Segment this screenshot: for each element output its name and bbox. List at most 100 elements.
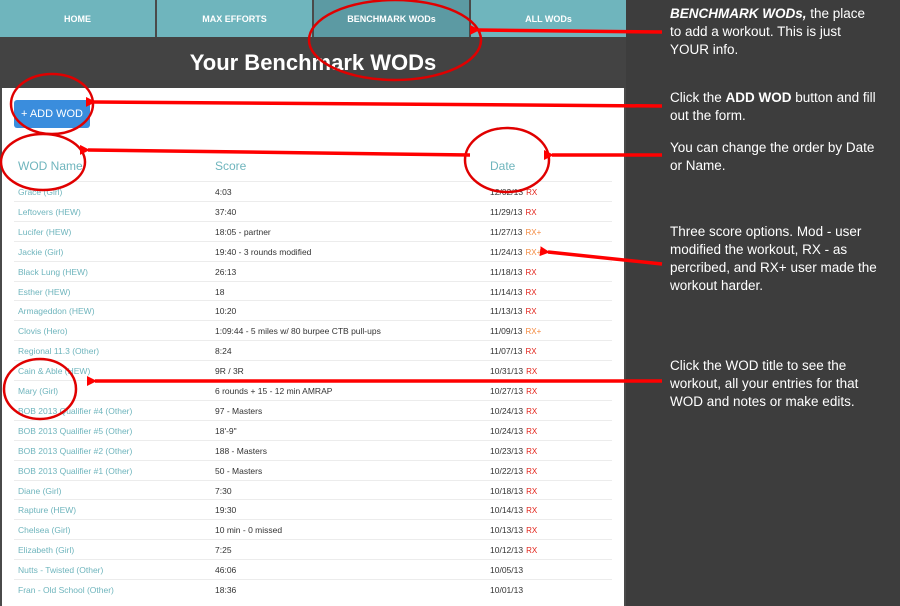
table-row: BOB 2013 Qualifier #5 (Other) 18'-9" 10/24…: [14, 419, 612, 440]
score-type-badge: RX: [526, 506, 538, 516]
wod-score: 18:36: [215, 585, 237, 595]
wod-score: 4:03: [215, 187, 232, 197]
nav-home[interactable]: HOME: [0, 0, 155, 37]
wod-score: 10 min - 0 missed: [215, 525, 283, 536]
wod-name-link[interactable]: Chelsea (Girl): [18, 525, 70, 535]
wod-date: 11/14/13 RX: [490, 287, 537, 297]
wod-name-link[interactable]: Grace (Girl): [18, 187, 62, 197]
wod-date-text: 10/24/13: [490, 425, 524, 436]
wod-date-text: 11/13/13: [490, 306, 523, 317]
score-type-badge: RX: [526, 526, 538, 536]
wod-date: 10/01/13: [490, 585, 523, 595]
wod-name-link[interactable]: Armageddon (HEW): [18, 306, 95, 316]
wod-name-link[interactable]: Black Lung (HEW): [18, 267, 88, 277]
table-row: Chelsea (Girl) 10 min - 0 missed 10/13/13 R…: [14, 519, 612, 539]
table-row: Lucifer (HEW) 18:05 - partner 11/27/13 RX+: [14, 220, 612, 241]
table-row: Armageddon (HEW) 10:20 11/13/13 RX: [14, 300, 612, 320]
wod-score: 46:06: [215, 565, 237, 576]
table-row: Nutts - Twisted (Other) 46:06 10/05/13: [14, 559, 612, 579]
wod-score: 19:40 - 3 rounds modified: [215, 246, 312, 257]
table-row: Rapture (HEW) 19:30 10/14/13 RX: [14, 499, 612, 519]
table-row: Jackie (Girl) 19:40 - 3 rounds modified 11…: [14, 240, 612, 261]
column-header-date[interactable]: Date: [490, 159, 515, 173]
wod-name-link[interactable]: Diane (Girl): [18, 486, 61, 496]
table-row: Diane (Girl) 7:30 10/18/13 RX: [14, 479, 612, 500]
wod-date: 10/31/13 RX: [490, 366, 537, 376]
wod-date-text: 10/22/13: [490, 465, 524, 476]
wod-date: 10/14/13 RX: [490, 505, 537, 515]
wod-name-link[interactable]: Clovis (Hero): [18, 326, 68, 336]
add-wod-button[interactable]: + ADD WOD: [14, 100, 90, 128]
wod-date: 11/27/13 RX+: [490, 227, 541, 237]
table-row: Regional 11.3 (Other) 8:24 11/07/13 RX: [14, 340, 612, 360]
wod-name-link[interactable]: Jackie (Girl): [18, 247, 63, 257]
wod-name-link[interactable]: Esther (HEW): [18, 287, 70, 297]
score-type-badge: RX: [526, 387, 538, 396]
wod-name-link[interactable]: BOB 2013 Qualifier #2 (Other): [18, 446, 132, 456]
wod-date-text: 11/27/13: [490, 226, 523, 237]
wod-date: 11/18/13 RX: [490, 267, 537, 277]
wod-score: 7:25: [215, 545, 232, 556]
score-type-badge: RX: [526, 188, 538, 197]
score-type-badge: RX: [525, 267, 537, 277]
wod-date-text: 10/27/13: [490, 386, 524, 396]
wod-score: 1:09:44 - 5 miles w/ 80 burpee CTB pull-…: [215, 326, 381, 337]
score-type-badge: RX: [526, 546, 538, 556]
wod-date-text: 10/13/13: [490, 525, 524, 536]
wod-name-link[interactable]: BOB 2013 Qualifier #5 (Other): [18, 426, 132, 436]
annotation-order: You can change the order by Date or Name…: [670, 140, 875, 173]
wod-name-link[interactable]: Rapture (HEW): [18, 505, 76, 515]
table-row: Mary (Girl) 6 rounds + 15 - 12 min AMRAP 1…: [14, 380, 612, 400]
wod-date: 11/24/13 RX+: [490, 247, 541, 257]
score-type-badge: RX: [525, 287, 537, 297]
wod-score: 7:30: [215, 485, 232, 496]
annotation-add: Click the ADD WOD button and fill out th…: [670, 89, 880, 125]
score-type-badge: RX: [526, 446, 538, 456]
annotation-title: Click the WOD title to see the workout, …: [670, 358, 859, 409]
nav-all-wods[interactable]: ALL WODs: [469, 0, 626, 37]
wod-name-link[interactable]: Leftovers (HEW): [18, 207, 81, 217]
wod-name-link[interactable]: Lucifer (HEW): [18, 227, 71, 237]
wod-score: 97 - Masters: [215, 405, 263, 416]
wod-score: 18: [215, 286, 225, 297]
score-type-badge: RX+: [525, 247, 542, 257]
wod-score: 18'-9": [215, 425, 237, 436]
wod-score: 6 rounds + 15 - 12 min AMRAP: [215, 386, 333, 396]
page-banner: Your Benchmark WODs: [0, 37, 626, 88]
wod-name-link[interactable]: Mary (Girl): [18, 386, 58, 396]
wod-date-text: 11/07/13: [490, 346, 523, 357]
wod-date-text: 10/23/13: [490, 445, 524, 456]
wod-date: 11/07/13 RX: [490, 346, 537, 356]
wod-date-text: 10/05/13: [490, 565, 524, 576]
wod-date-text: 11/29/13: [490, 206, 523, 217]
wod-score: 37:40: [215, 206, 237, 217]
wod-date: 10/12/13 RX: [490, 545, 537, 555]
wod-name-link[interactable]: Cain & Able (HEW): [18, 366, 90, 376]
nav-max-efforts[interactable]: MAX EFFORTS: [155, 0, 312, 37]
wod-name-link[interactable]: Regional 11.3 (Other): [18, 346, 99, 356]
nav-benchmark-wods[interactable]: BENCHMARK WODs: [312, 0, 469, 37]
wod-score: 9R / 3R: [215, 366, 244, 377]
wod-name-link[interactable]: Elizabeth (Girl): [18, 545, 74, 555]
wod-name-link[interactable]: Nutts - Twisted (Other): [18, 565, 103, 575]
wod-date-text: 10/14/13: [490, 505, 524, 516]
wod-date: 10/05/13: [490, 565, 523, 575]
wod-date: 10/24/13 RX: [490, 406, 537, 416]
wod-date: 10/23/13 RX: [490, 446, 537, 456]
wod-date: 11/13/13 RX: [490, 306, 537, 316]
table-row: BOB 2013 Qualifier #4 (Other) 97 - Master…: [14, 399, 612, 420]
wod-name-link[interactable]: BOB 2013 Qualifier #4 (Other): [18, 406, 132, 416]
wod-date: 10/27/13 RX: [490, 386, 537, 396]
wod-score: 18:05 - partner: [215, 226, 271, 237]
column-header-name[interactable]: WOD Name: [18, 159, 83, 173]
wod-date-text: 11/14/13: [490, 286, 523, 297]
wod-date: 10/24/13 RX: [490, 426, 537, 436]
wod-score: 188 - Masters: [215, 445, 267, 456]
wod-score: 26:13: [215, 266, 237, 277]
wod-name-link[interactable]: Fran - Old School (Other): [18, 585, 114, 595]
table-row: Elizabeth (Girl) 7:25 10/12/13 RX: [14, 539, 612, 559]
wod-name-link[interactable]: BOB 2013 Qualifier #1 (Other): [18, 466, 132, 476]
score-type-badge: RX: [525, 307, 537, 317]
score-type-badge: RX: [526, 367, 538, 377]
wod-score: 50 - Masters: [215, 465, 263, 476]
